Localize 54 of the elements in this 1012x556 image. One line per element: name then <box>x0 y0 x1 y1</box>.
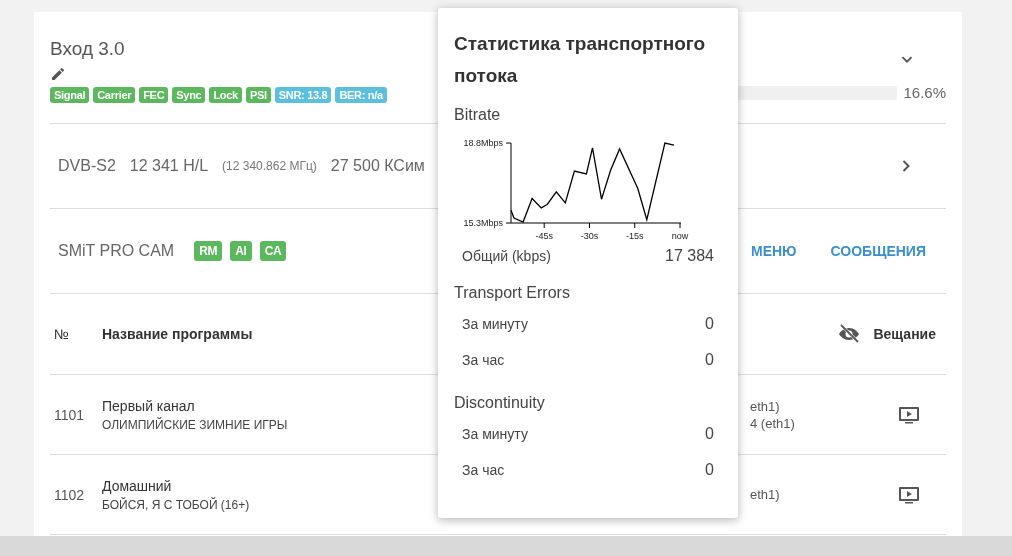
program-name: Домашний <box>102 477 172 494</box>
status-badge: Lock <box>209 87 242 103</box>
program-number: 1102 <box>54 486 86 503</box>
cam-badge: AI <box>230 241 252 261</box>
cam-button[interactable]: МЕНЮ <box>739 237 809 265</box>
stat-label: За час <box>462 352 505 368</box>
symbol-rate-text: 27 500 КСим <box>330 157 425 175</box>
exact-frequency-text: (12 340.862 МГц) <box>222 159 317 173</box>
status-badge: Sync <box>172 87 206 103</box>
load-percent: 16.6% <box>903 84 946 101</box>
y-tick-label: 18.8Mbps <box>463 138 503 148</box>
eye-off-icon[interactable] <box>837 322 862 346</box>
cam-name: SMiT PRO CAM <box>58 242 175 260</box>
status-badge: BER: n/a <box>335 87 387 103</box>
stat-value: 0 <box>705 425 714 443</box>
column-header: Название программы <box>102 326 253 342</box>
stat-value: 17 384 <box>665 247 714 265</box>
status-badge: Signal <box>50 87 90 103</box>
x-tick-label: -15s <box>625 231 644 241</box>
status-badge: SNR: 13.8 <box>274 87 332 103</box>
status-badge: PSI <box>245 87 271 103</box>
cam-badge: RM <box>194 241 223 261</box>
program-event: ОЛИМПИЙСКИЕ ЗИМНИЕ ИГРЫ <box>102 417 288 432</box>
popup-title: Статистика транспортного потока <box>454 32 707 88</box>
output-address: eth1) <box>750 398 781 414</box>
pencil-icon[interactable] <box>50 66 66 82</box>
column-header: Вещание <box>873 326 936 342</box>
output-address: 4 (eth1) <box>750 415 796 431</box>
standard-text: DVB-S2 <box>58 157 116 175</box>
x-tick-label: -30s <box>580 231 599 241</box>
stat-value: 0 <box>705 461 714 479</box>
status-badge: FEC <box>139 87 169 103</box>
y-tick-label: 15.3Mbps <box>463 218 503 228</box>
column-header: № <box>54 326 71 342</box>
program-number: 1101 <box>54 406 86 423</box>
x-tick-label: -45s <box>535 231 553 241</box>
x-tick-label: now <box>671 231 689 241</box>
section-heading: Discontinuity <box>454 394 546 412</box>
output-address: eth1) <box>750 487 781 502</box>
stat-label: За час <box>462 462 505 478</box>
status-badge: Carrier <box>93 87 136 103</box>
program-name: Первый канал <box>102 397 195 414</box>
program-event: БОЙСЯ, Я С ТОБОЙ (16+) <box>102 497 250 512</box>
stat-value: 0 <box>705 351 714 369</box>
stat-label: За минуту <box>462 316 528 332</box>
section-heading: Transport Errors <box>454 284 571 302</box>
stat-value: 0 <box>705 315 714 333</box>
stat-label: Общий (kbps) <box>462 248 551 264</box>
frequency-text: 12 341 H/L <box>129 157 209 175</box>
stat-label: За минуту <box>462 426 528 442</box>
input-title: Вход 3.0 <box>50 38 125 60</box>
cam-button[interactable]: СООБЩЕНИЯ <box>818 237 938 265</box>
section-heading: Bitrate <box>454 106 502 124</box>
cam-badge: CA <box>259 241 287 261</box>
